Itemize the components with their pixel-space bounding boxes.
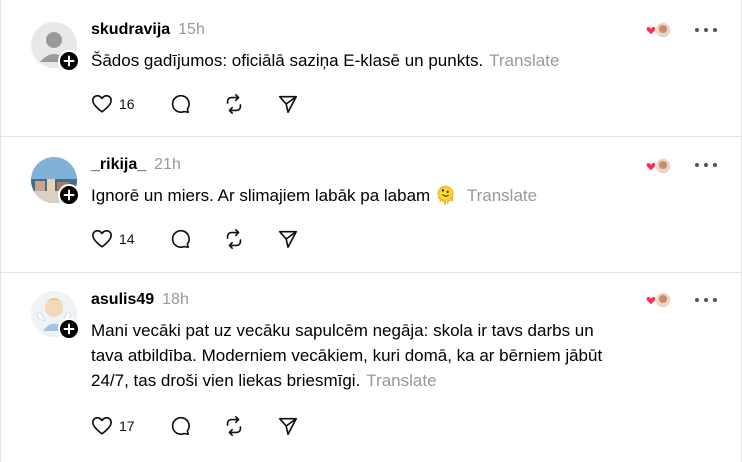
reply-button[interactable] [169, 93, 191, 115]
post-body: Ignorē un miers. Ar slimajiem labāk pa l… [91, 186, 431, 205]
like-button[interactable]: 16 [91, 93, 135, 115]
comment-icon [171, 229, 190, 249]
action-bar: 17 [91, 414, 298, 438]
timestamp[interactable]: 15h [178, 21, 205, 38]
thread-post: asulis49 18h Mani vecāki pat uz vecāku sa… [1, 273, 741, 462]
reaction-indicator[interactable] [644, 291, 674, 313]
reaction-indicator[interactable] [644, 21, 674, 43]
username[interactable]: skudravija [91, 21, 170, 38]
follow-plus-icon[interactable] [58, 184, 80, 206]
action-bar: 14 [91, 227, 298, 251]
send-icon [278, 95, 298, 114]
like-count: 16 [119, 96, 135, 112]
comment-icon [171, 416, 190, 436]
share-button[interactable] [277, 415, 299, 437]
repost-icon [226, 94, 242, 114]
translate-link[interactable]: Translate [489, 51, 559, 70]
username[interactable]: asulis49 [91, 291, 154, 308]
post-text: Mani vecāki pat uz vecāku sapulcēm negāj… [91, 318, 621, 393]
like-count: 17 [119, 418, 135, 434]
like-button[interactable]: 17 [91, 415, 135, 437]
more-options-icon[interactable] [695, 298, 717, 306]
heart-icon [92, 416, 112, 435]
username-link[interactable]: skudravija 15h [91, 21, 205, 39]
like-count: 14 [119, 231, 135, 247]
timestamp[interactable]: 18h [162, 291, 189, 308]
post-body: Mani vecāki pat uz vecāku sapulcēm negāj… [91, 321, 603, 390]
reply-button[interactable] [169, 228, 191, 250]
comment-icon [171, 94, 190, 114]
translate-link[interactable]: Translate [467, 186, 537, 205]
username-link[interactable]: asulis49 18h [91, 291, 189, 309]
translate-link[interactable]: Translate [366, 371, 436, 390]
repost-button[interactable] [223, 93, 245, 115]
username[interactable]: _rikija_ [91, 156, 146, 173]
share-button[interactable] [277, 93, 299, 115]
heart-icon [92, 94, 112, 113]
action-bar: 16 [91, 92, 298, 116]
post-text: Ignorē un miers. Ar slimajiem labāk pa l… [91, 183, 711, 208]
post-body: Šādos gadījumos: oficiālā saziņa E-klasē… [91, 51, 484, 70]
more-options-icon[interactable] [695, 163, 717, 171]
send-icon [278, 417, 298, 436]
thread-post: skudravija 15h Šādos gadījumos: oficiālā … [1, 0, 741, 136]
repost-button[interactable] [223, 228, 245, 250]
send-icon [278, 230, 298, 249]
like-button[interactable]: 14 [91, 228, 135, 250]
username-link[interactable]: _rikija_ 21h [91, 156, 181, 174]
reaction-indicator[interactable] [644, 157, 674, 179]
share-button[interactable] [277, 228, 299, 250]
repost-icon [226, 416, 242, 436]
melting-face-emoji: 🫠 [434, 186, 457, 205]
timestamp[interactable]: 21h [154, 156, 181, 173]
follow-plus-icon[interactable] [58, 318, 80, 340]
repost-button[interactable] [223, 415, 245, 437]
follow-plus-icon[interactable] [58, 50, 80, 72]
heart-icon [92, 229, 112, 248]
repost-icon [226, 229, 242, 249]
more-options-icon[interactable] [695, 28, 717, 36]
reply-button[interactable] [169, 415, 191, 437]
thread-post: _rikija_ 21h Ignorē un miers. Ar slimajie… [1, 137, 741, 272]
post-text: Šādos gadījumos: oficiālā saziņa E-klasē… [91, 48, 711, 73]
